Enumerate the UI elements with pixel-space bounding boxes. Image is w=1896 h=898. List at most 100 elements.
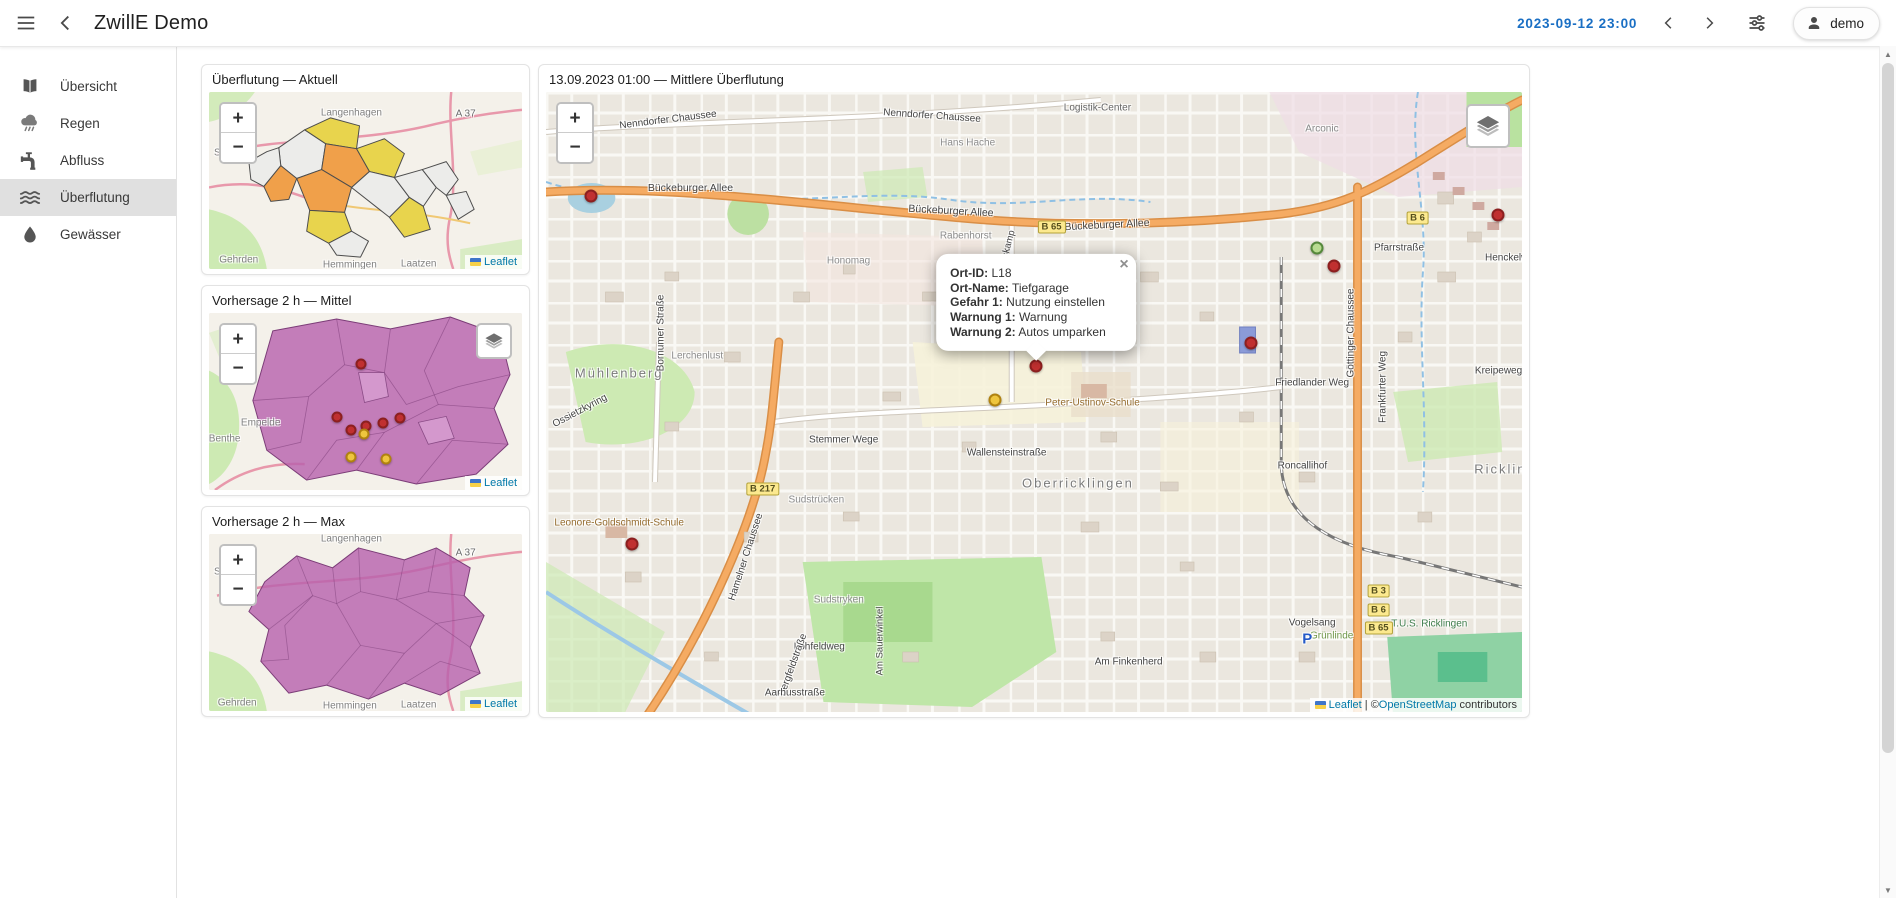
popup-row-label: Ort-Name: xyxy=(950,280,1009,295)
sidebar-item-gewaesser[interactable]: Gewässer xyxy=(0,216,176,253)
zoom-control: + − xyxy=(219,323,257,385)
layers-control-button[interactable] xyxy=(1466,104,1510,148)
leaflet-attribution-link[interactable]: Leaflet xyxy=(484,698,517,710)
leaflet-attribution-link[interactable]: Leaflet xyxy=(484,477,517,489)
mini-map-aktuell[interactable]: + − Leaflet LangenhagenA 37SeelzeGehrden… xyxy=(209,92,522,269)
user-menu-button[interactable]: demo xyxy=(1793,6,1880,40)
sidebar-item-abfluss[interactable]: Abfluss xyxy=(0,142,176,179)
map-marker-green[interactable] xyxy=(1310,241,1324,255)
page-scrollbar[interactable]: ▲ ▼ xyxy=(1879,46,1896,898)
sidebar-item-label: Abfluss xyxy=(60,153,105,168)
scrollbar-thumb[interactable] xyxy=(1882,63,1894,753)
sidebar-item-label: Übersicht xyxy=(60,79,118,94)
popup-row-value: Tiefgarage xyxy=(1011,280,1069,295)
map-tiles xyxy=(546,92,1522,712)
app-bar: ZwillE Demo 2023-09-12 23:00 demo xyxy=(0,0,1896,47)
main-map-title: 13.09.2023 01:00 — Mittlere Überflutung xyxy=(549,72,784,87)
person-icon xyxy=(1805,14,1823,32)
zoom-out-button[interactable]: − xyxy=(558,133,592,162)
menu-button[interactable] xyxy=(6,3,46,43)
zoom-control: + − xyxy=(219,102,257,164)
card-title: Vorhersage 2 h — Mittel xyxy=(212,293,352,308)
next-timestep-button[interactable] xyxy=(1689,3,1729,43)
mini-map-vorhersage-mittel[interactable]: + − Leaflet Benthe Empelde xyxy=(209,313,522,490)
layers-icon xyxy=(484,331,504,351)
app-root: ZwillE Demo 2023-09-12 23:00 demo Übersi… xyxy=(0,0,1896,898)
sidebar: Übersicht Regen Abfluss Überflutung Gewä… xyxy=(0,46,177,898)
map-marker-red[interactable] xyxy=(1327,259,1341,273)
popup-row-label: Gefahr 1: xyxy=(950,295,1003,310)
zoom-in-button[interactable]: + xyxy=(221,104,255,133)
ukraine-flag-icon xyxy=(1314,701,1326,709)
zoom-in-button[interactable]: + xyxy=(221,325,255,354)
attribution-copyright: © xyxy=(1370,699,1379,711)
popup-row-value: Warnung xyxy=(1019,309,1068,324)
map-marker-red[interactable] xyxy=(1491,208,1505,222)
card-title: Vorhersage 2 h — Max xyxy=(212,514,345,529)
card-vorhersage-max: Vorhersage 2 h — Max + − Leaflet Langenh… xyxy=(201,506,530,717)
chevron-left-icon xyxy=(55,12,77,34)
sidebar-item-uebersicht[interactable]: Übersicht xyxy=(0,68,176,105)
zoom-control: + − xyxy=(556,102,594,164)
map-marker-red[interactable] xyxy=(584,189,598,203)
map-marker-yellow[interactable] xyxy=(380,453,392,465)
sidebar-item-label: Überflutung xyxy=(60,190,130,205)
sidebar-item-label: Gewässer xyxy=(60,227,121,242)
map-marker-red[interactable] xyxy=(331,411,343,423)
drainage-pipe-icon xyxy=(19,150,41,172)
map-marker-yellow[interactable] xyxy=(358,428,370,440)
zoom-in-button[interactable]: + xyxy=(558,104,592,133)
zoom-control: + − xyxy=(219,544,257,606)
zoom-out-button[interactable]: − xyxy=(221,575,255,604)
popup-close-button[interactable]: × xyxy=(1119,256,1128,273)
sidebar-item-ueberflutung[interactable]: Überflutung xyxy=(0,179,176,216)
popup-row-value: L18 xyxy=(991,265,1012,280)
map-attribution: Leaflet xyxy=(464,476,522,490)
map-marker-yellow[interactable] xyxy=(345,451,357,463)
chevron-right-icon xyxy=(1700,14,1718,32)
main-content: Überflutung — Aktuell + − Leaflet Langen… xyxy=(177,46,1880,898)
map-marker-red[interactable] xyxy=(394,412,406,424)
settings-tune-button[interactable] xyxy=(1737,3,1777,43)
hamburger-icon xyxy=(15,12,37,34)
scrollbar-down-arrow[interactable]: ▼ xyxy=(1880,882,1896,898)
zoom-out-button[interactable]: − xyxy=(221,354,255,383)
layers-control-button[interactable] xyxy=(476,323,512,359)
card-ueberflutung-aktuell: Überflutung — Aktuell + − Leaflet Langen… xyxy=(201,64,530,275)
map-marker-red[interactable] xyxy=(377,417,389,429)
map-attribution: Leaflet xyxy=(464,255,522,269)
leaflet-attribution-link[interactable]: Leaflet xyxy=(1329,699,1362,711)
osm-attribution-link[interactable]: OpenStreetMap xyxy=(1379,699,1457,711)
map-marker-red[interactable] xyxy=(345,424,357,436)
datetime-button[interactable]: 2023-09-12 23:00 xyxy=(1505,16,1649,31)
popup-row-value: Nutzung einstellen xyxy=(1006,295,1105,310)
prev-timestep-button[interactable] xyxy=(1649,3,1689,43)
zoom-in-button[interactable]: + xyxy=(221,546,255,575)
map-marker-red[interactable] xyxy=(1244,336,1258,350)
leaflet-attribution-link[interactable]: Leaflet xyxy=(484,256,517,268)
map-popup: × Ort-ID: L18 Ort-Name: Tiefgarage Gefah… xyxy=(936,253,1136,352)
popup-row-label: Warnung 2: xyxy=(950,324,1016,339)
ukraine-flag-icon xyxy=(469,258,481,266)
popup-row: Ort-ID: L18 xyxy=(950,266,1106,281)
layers-icon xyxy=(1475,113,1501,139)
map-marker-yellow[interactable] xyxy=(988,393,1002,407)
main-map[interactable]: + − × Ort-ID: L18 Ort-Name: Tiefgarage G… xyxy=(546,92,1522,712)
tune-icon xyxy=(1747,13,1767,33)
map-marker-red[interactable] xyxy=(625,537,639,551)
water-drop-icon xyxy=(19,224,41,246)
ukraine-flag-icon xyxy=(469,700,481,708)
map-attribution: Leaflet | ©OpenStreetMap contributors xyxy=(1309,698,1522,712)
card-title: Überflutung — Aktuell xyxy=(212,72,338,87)
scrollbar-up-arrow[interactable]: ▲ xyxy=(1880,46,1896,62)
map-marker-red[interactable] xyxy=(355,358,367,370)
book-icon xyxy=(19,76,41,98)
rain-icon xyxy=(19,113,41,135)
map-marker-red[interactable] xyxy=(1029,359,1043,373)
back-button[interactable] xyxy=(46,3,86,43)
card-main-map: 13.09.2023 01:00 — Mittlere Überflutung xyxy=(538,64,1530,718)
mini-map-vorhersage-max[interactable]: + − Leaflet LangenhagenA 37SeelzeGehrden… xyxy=(209,534,522,711)
popup-row: Warnung 1: Warnung xyxy=(950,310,1106,325)
zoom-out-button[interactable]: − xyxy=(221,133,255,162)
sidebar-item-regen[interactable]: Regen xyxy=(0,105,176,142)
